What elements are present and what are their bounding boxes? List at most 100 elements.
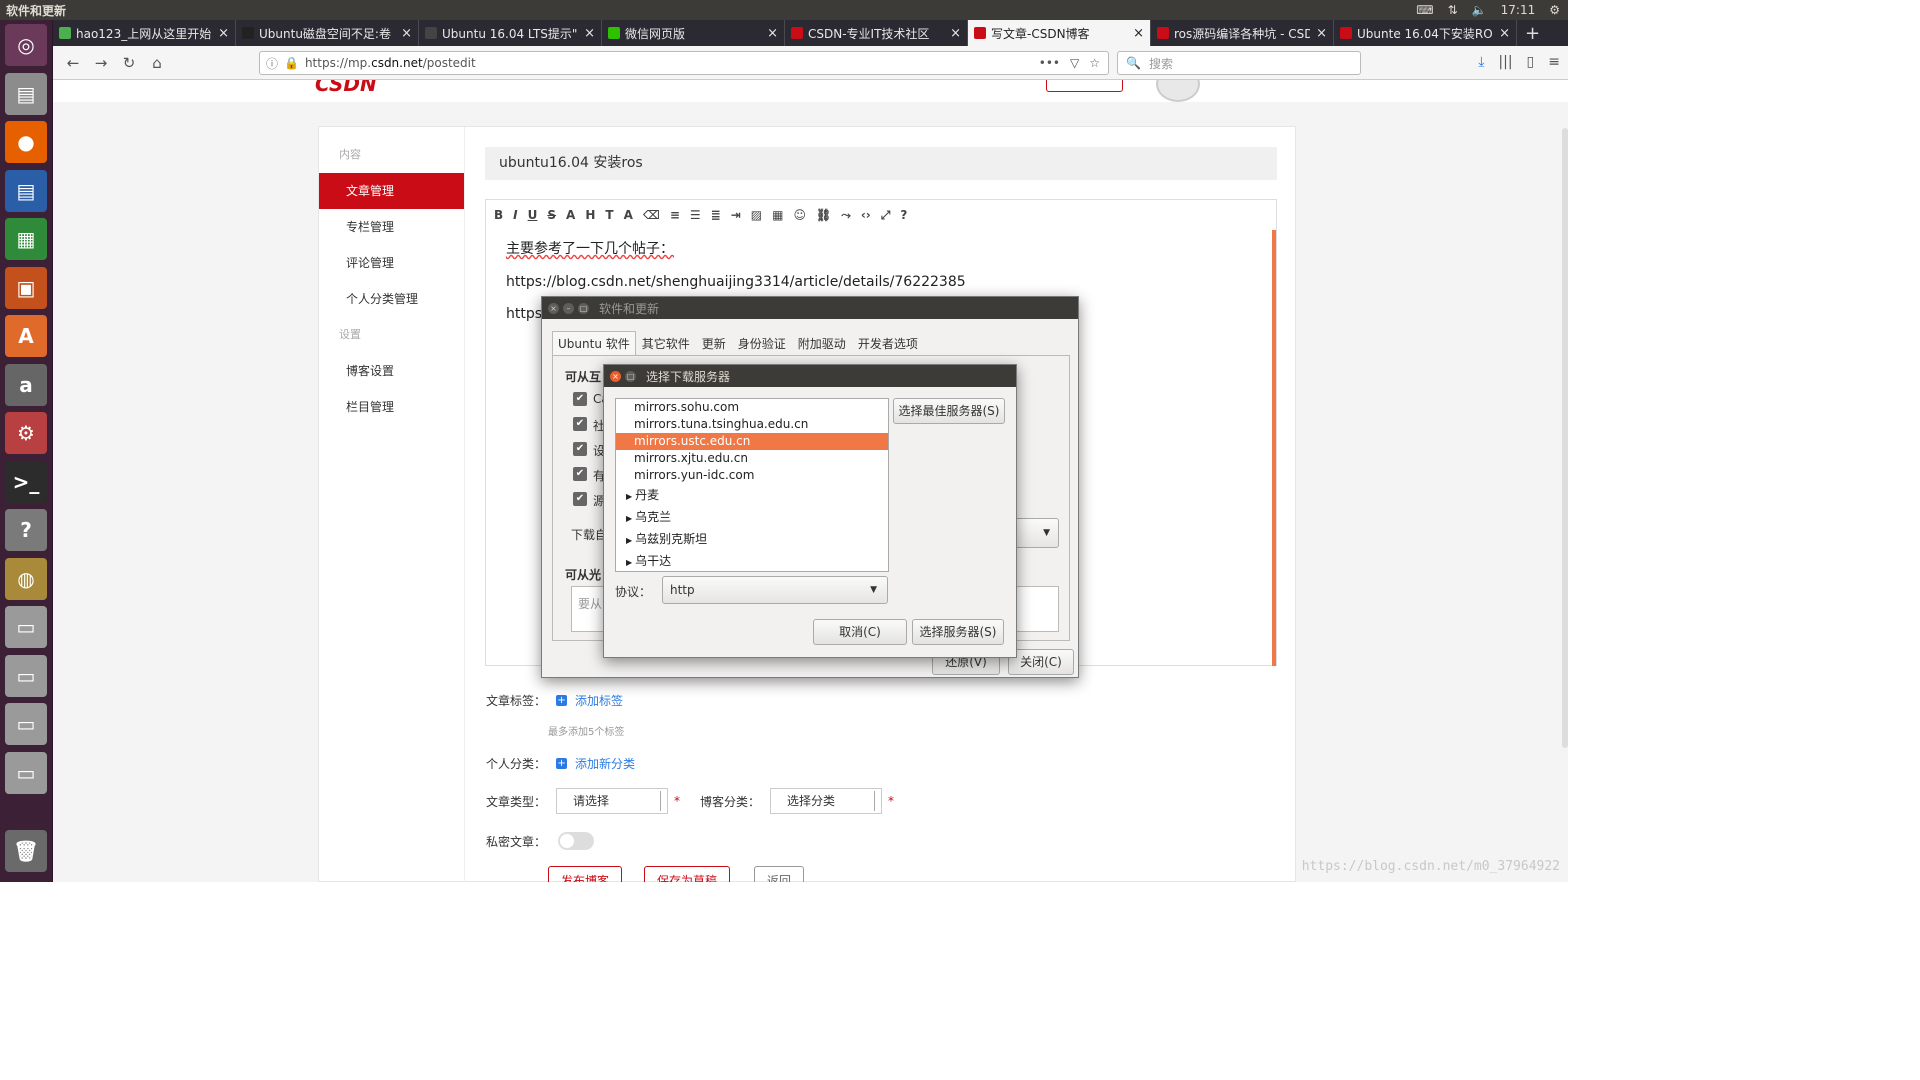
help-icon[interactable]: ? — [900, 208, 907, 222]
forward-icon[interactable]: → — [87, 54, 115, 72]
blog-category-select[interactable]: 选择分类 — [770, 788, 883, 814]
add-tag-link[interactable]: + 添加标签 — [556, 692, 623, 709]
avatar[interactable] — [1156, 80, 1200, 102]
window-titlebar[interactable]: × – □ 软件和更新 — [542, 297, 1078, 319]
downloads-icon[interactable]: ⤓ — [1478, 54, 1484, 70]
fullscreen-icon[interactable]: ⤢ — [881, 208, 891, 223]
nav-item[interactable]: 评论管理 — [319, 245, 464, 281]
private-toggle[interactable] — [558, 832, 595, 850]
bookmark-star-icon[interactable]: ☆ — [1089, 56, 1100, 70]
network-icon[interactable]: ⇅ — [1448, 3, 1458, 17]
terminal-icon[interactable]: >_ — [5, 460, 47, 503]
close-tab-icon[interactable]: × — [1133, 26, 1144, 41]
editor-scrollbar[interactable] — [1272, 230, 1276, 666]
checkbox[interactable]: ✔ — [573, 467, 587, 481]
calc-icon[interactable]: ▦ — [5, 218, 47, 260]
bullet-list-icon[interactable]: ☰ — [690, 208, 701, 222]
clear-format-icon[interactable]: ⌫ — [643, 208, 660, 222]
sw-tab[interactable]: 其它软件 — [636, 331, 696, 355]
browser-tab[interactable]: 写文章-CSDN博客 × — [968, 20, 1151, 46]
files-icon[interactable]: ▤ — [5, 72, 47, 115]
drive-icon[interactable]: ▭ — [5, 654, 47, 697]
sw-tab[interactable]: 更新 — [696, 331, 732, 355]
search-input[interactable]: 🔍 搜索 — [1117, 51, 1361, 75]
maximize-icon[interactable]: □ — [625, 370, 636, 382]
server-item[interactable]: mirrors.sohu.com — [616, 399, 888, 416]
back-button[interactable]: 返回 — [754, 866, 805, 882]
expander-triangle-icon[interactable]: ▶ — [626, 492, 632, 501]
reload-icon[interactable]: ↻ — [115, 54, 143, 72]
close-tab-icon[interactable]: × — [950, 26, 961, 41]
info-icon[interactable]: ⓘ — [266, 55, 278, 72]
choose-server-button[interactable]: 选择服务器(S) — [912, 619, 1004, 645]
font-size-icon[interactable]: T — [605, 208, 613, 222]
country-group[interactable]: ▶ 乌克兰 — [616, 506, 888, 528]
close-tab-icon[interactable]: × — [218, 26, 229, 41]
ubuntu-dash-icon[interactable]: ◎ — [5, 24, 47, 66]
drive-icon[interactable]: ▭ — [5, 703, 47, 745]
italic-icon[interactable]: I — [513, 208, 517, 222]
protocol-select[interactable]: http ▼ — [662, 576, 888, 604]
country-group[interactable]: ▶ 丹麦 — [616, 484, 888, 506]
strikethrough-icon[interactable]: S — [547, 208, 556, 222]
csdn-logo[interactable]: CSDN — [315, 80, 377, 96]
underline-icon[interactable]: U — [528, 208, 538, 222]
server-item[interactable]: mirrors.tuna.tsinghua.edu.cn — [616, 416, 888, 433]
close-button[interactable]: 关闭(C) — [1008, 649, 1074, 675]
bg-color-icon[interactable]: A — [624, 208, 633, 222]
align-icon[interactable]: ≡ — [670, 208, 680, 222]
impress-icon[interactable]: ▣ — [5, 266, 47, 309]
browser-tab[interactable]: CSDN-专业IT技术社区 × — [785, 20, 968, 46]
browser-tab[interactable]: 微信网页版 × — [602, 20, 785, 46]
new-tab-icon[interactable]: + — [1517, 20, 1548, 46]
close-icon[interactable]: × — [610, 370, 621, 382]
server-item[interactable]: mirrors.xjtu.edu.cn — [616, 450, 888, 467]
browser-tab[interactable]: Ubuntu 16.04 LTS提示"卷 × — [419, 20, 602, 46]
browser-tab[interactable]: Ubuntu磁盘空间不足:卷 × — [236, 20, 419, 46]
image-icon[interactable]: ▨ — [751, 208, 762, 222]
menu-icon[interactable]: ≡ — [1548, 54, 1560, 70]
help-icon[interactable]: ? — [5, 509, 47, 551]
browser-tab[interactable]: Ubunte 16.04下安装ROS × — [1334, 20, 1517, 46]
checkbox[interactable]: ✔ — [573, 492, 587, 506]
close-tab-icon[interactable]: × — [767, 26, 778, 41]
close-tab-icon[interactable]: × — [1499, 26, 1510, 41]
download-server-dropdown[interactable]: ▼ — [1011, 518, 1059, 548]
country-group[interactable]: ▶ 乌兹别克斯坦 — [616, 528, 888, 550]
nav-item[interactable]: 博客设置 — [319, 353, 464, 389]
sw-tab[interactable]: Ubuntu 软件 — [552, 331, 636, 355]
server-list[interactable]: mirrors.sohu.com mirrors.tuna.tsinghua.ed… — [615, 398, 889, 572]
checkbox[interactable]: ✔ — [573, 417, 587, 431]
keyboard-icon[interactable]: ⌨ — [1416, 3, 1433, 17]
server-item[interactable]: mirrors.ustc.edu.cn — [616, 433, 888, 450]
clock[interactable]: 17:11 — [1501, 3, 1536, 17]
expander-triangle-icon[interactable]: ▶ — [626, 558, 632, 567]
emoji-icon[interactable]: ☺ — [793, 208, 806, 222]
nav-item[interactable]: 个人分类管理 — [319, 281, 464, 317]
system-settings-icon[interactable]: ⚙ — [5, 412, 47, 454]
power-gear-icon[interactable]: ⚙ — [1549, 3, 1560, 17]
software-center-icon[interactable]: A — [5, 315, 47, 357]
font-color-icon[interactable]: A — [566, 208, 575, 222]
sw-tab[interactable]: 开发者选项 — [852, 331, 924, 355]
nav-item[interactable]: 专栏管理 — [319, 209, 464, 245]
checkbox[interactable]: ✔ — [573, 442, 587, 456]
close-tab-icon[interactable]: × — [401, 26, 412, 41]
sw-tab[interactable]: 身份验证 — [732, 331, 792, 355]
bold-icon[interactable]: B — [494, 208, 503, 222]
indent-icon[interactable]: ⇥ — [731, 208, 741, 222]
library-icon[interactable]: ||| — [1498, 54, 1512, 70]
url-bar[interactable]: ⓘ 🔒 https://mp.csdn.net/postedit ••• ▽ ☆ — [259, 51, 1109, 75]
server-item[interactable]: mirrors.yun-idc.com — [616, 467, 888, 484]
numbered-list-icon[interactable]: ≣ — [711, 208, 721, 222]
drive-icon[interactable]: ▭ — [5, 751, 47, 794]
page-scrollbar[interactable] — [1562, 128, 1568, 748]
volume-icon[interactable]: 🔈 — [1472, 3, 1487, 17]
browser-tab[interactable]: ros源码编译各种坑 - CSD × — [1151, 20, 1334, 46]
amazon-icon[interactable]: a — [5, 363, 47, 406]
add-category-link[interactable]: + 添加新分类 — [556, 755, 635, 772]
expander-triangle-icon[interactable]: ▶ — [626, 536, 632, 545]
table-icon[interactable]: ▦ — [772, 208, 783, 222]
page-actions-icon[interactable]: ••• — [1039, 56, 1060, 70]
publish-button[interactable]: 发布博客 — [548, 866, 623, 882]
